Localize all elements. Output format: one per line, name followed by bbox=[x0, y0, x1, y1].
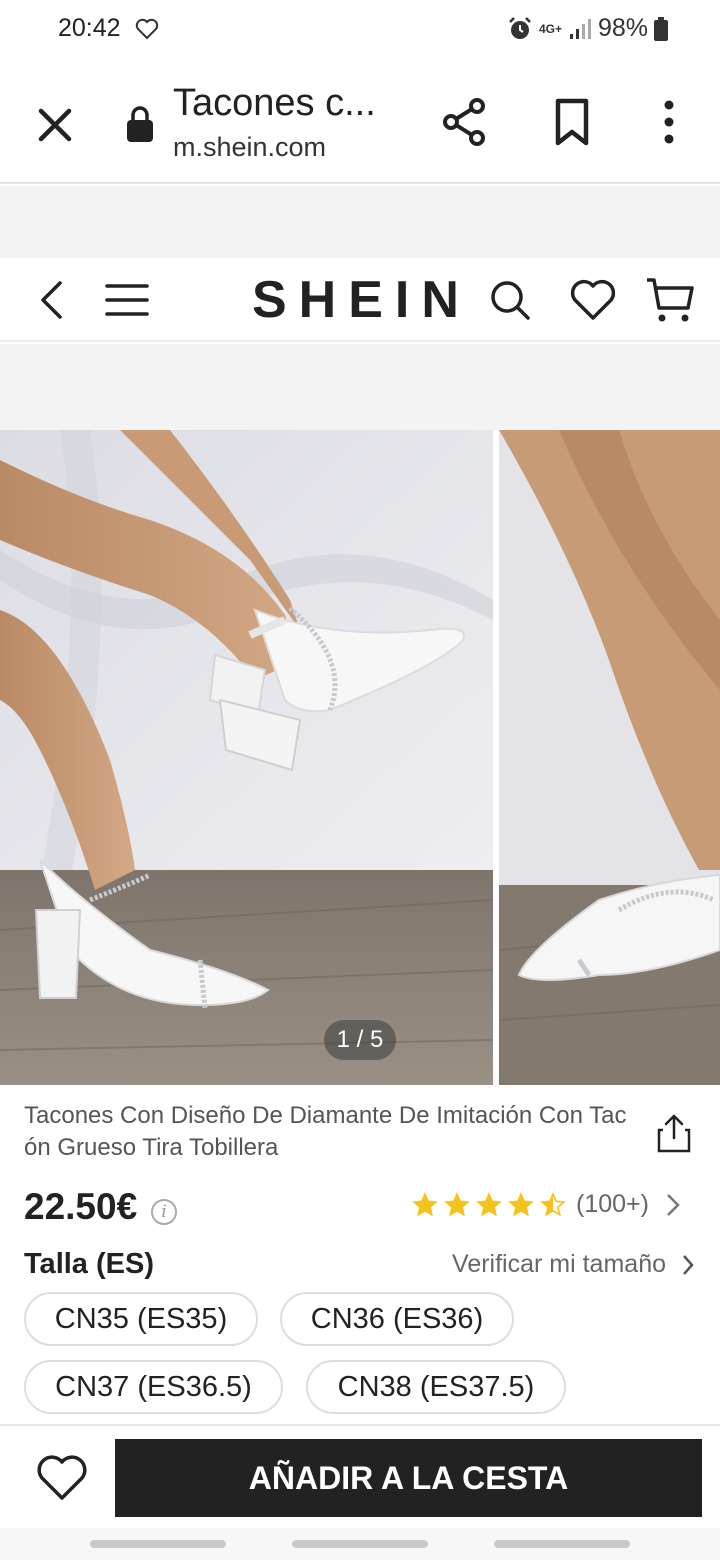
promo-placeholder bbox=[0, 344, 720, 430]
share-icon[interactable] bbox=[656, 1112, 692, 1154]
bottom-action-bar: AÑADIR A LA CESTA bbox=[0, 1424, 720, 1528]
star-icon bbox=[540, 1191, 566, 1216]
product-title: Tacones Con Diseño De Diamante De Imitac… bbox=[24, 1102, 627, 1161]
search-icon[interactable] bbox=[486, 276, 534, 324]
share-icon[interactable] bbox=[440, 96, 490, 148]
alarm-icon bbox=[509, 16, 531, 39]
gallery-counter: 1 / 5 bbox=[324, 1020, 396, 1060]
network-label: 4G+ bbox=[538, 21, 562, 36]
product-rating[interactable]: (100+) bbox=[412, 1190, 681, 1219]
rating-stars bbox=[412, 1191, 566, 1218]
product-price: 22.50€ bbox=[24, 1186, 138, 1227]
wishlist-button[interactable] bbox=[34, 1452, 90, 1504]
page-url[interactable]: m.shein.com bbox=[173, 132, 326, 163]
signal-icon bbox=[569, 18, 591, 39]
shein-logo[interactable]: SHEIN bbox=[252, 270, 471, 330]
size-option[interactable]: CN37 (ES36.5) bbox=[24, 1360, 283, 1414]
size-guide-label: Verificar mi tamaño bbox=[452, 1250, 666, 1278]
nav-home[interactable] bbox=[292, 1540, 428, 1548]
status-icons: 4G+ 98% bbox=[507, 14, 668, 43]
product-gallery[interactable]: 1 / 5 bbox=[0, 430, 720, 1085]
size-option[interactable]: CN35 (ES35) bbox=[24, 1292, 258, 1346]
chevron-right-icon bbox=[683, 1254, 694, 1275]
nav-back[interactable] bbox=[494, 1540, 630, 1548]
nav-recent-apps[interactable] bbox=[90, 1540, 226, 1548]
rating-count: (100+) bbox=[576, 1190, 649, 1218]
status-time: 20:42 bbox=[58, 14, 121, 42]
cart-icon[interactable] bbox=[644, 274, 696, 326]
bookmark-icon[interactable] bbox=[550, 96, 594, 148]
more-icon[interactable] bbox=[654, 96, 684, 148]
battery-icon bbox=[654, 16, 668, 41]
product-image-2[interactable] bbox=[499, 430, 720, 1085]
info-icon[interactable]: i bbox=[151, 1199, 177, 1225]
back-icon[interactable] bbox=[34, 278, 70, 322]
product-image-1[interactable] bbox=[0, 430, 493, 1085]
size-label: Talla (ES) bbox=[24, 1248, 154, 1280]
wishlist-icon[interactable] bbox=[568, 276, 618, 324]
size-option[interactable]: CN36 (ES36) bbox=[280, 1292, 514, 1346]
star-icon bbox=[444, 1191, 470, 1216]
system-nav-bar bbox=[0, 1528, 720, 1560]
ad-placeholder bbox=[0, 186, 720, 258]
star-icon bbox=[508, 1191, 534, 1216]
lock-icon[interactable] bbox=[124, 104, 156, 144]
status-bar: 20:42 4G+ 98% bbox=[0, 0, 720, 62]
star-icon bbox=[476, 1191, 502, 1216]
star-icon bbox=[412, 1191, 438, 1216]
menu-icon[interactable] bbox=[104, 280, 150, 320]
size-guide-link[interactable]: Verificar mi tamaño bbox=[452, 1250, 694, 1279]
size-option[interactable]: CN38 (ES37.5) bbox=[306, 1360, 566, 1414]
chevron-right-icon bbox=[667, 1193, 680, 1216]
browser-toolbar: Tacones c... m.shein.com bbox=[0, 62, 720, 184]
heart-icon bbox=[135, 18, 159, 40]
battery-percent: 98% bbox=[597, 14, 648, 42]
close-icon[interactable] bbox=[30, 100, 80, 150]
add-to-cart-button[interactable]: AÑADIR A LA CESTA bbox=[115, 1439, 702, 1517]
site-header: SHEIN bbox=[0, 258, 720, 342]
page-title: Tacones c... bbox=[173, 82, 376, 124]
